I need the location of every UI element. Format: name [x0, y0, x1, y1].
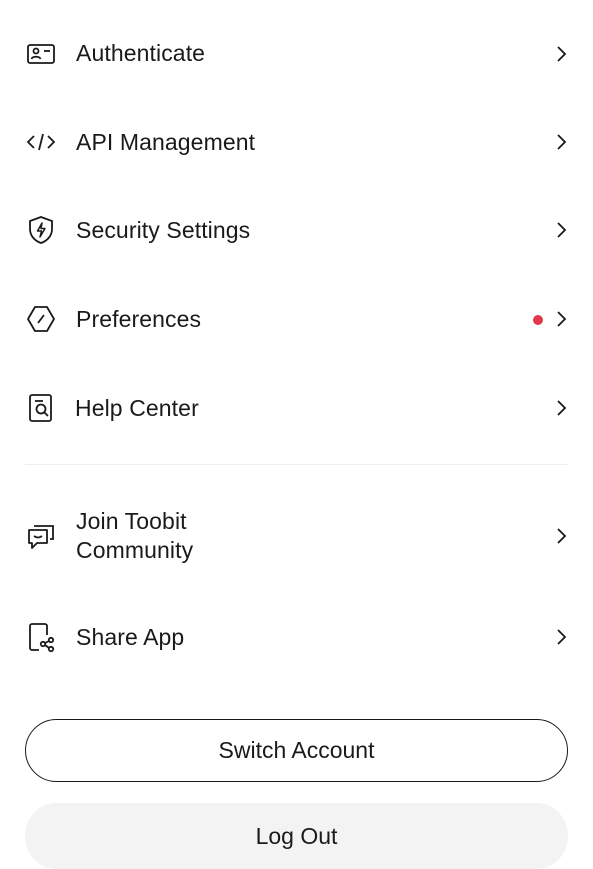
menu-label-join-community-line1: Join Toobit [76, 508, 187, 534]
chevron-right-icon [554, 44, 568, 64]
menu-item-security-settings[interactable]: Security Settings [0, 200, 593, 260]
chat-bubbles-icon [25, 521, 57, 553]
chevron-right-icon [554, 309, 568, 329]
menu-label-join-community-line2: Community [76, 537, 194, 563]
log-out-button[interactable]: Log Out [25, 803, 568, 869]
section-divider [25, 464, 568, 465]
menu-item-help-center[interactable]: Help Center [0, 378, 593, 438]
menu-label-share-app: Share App [76, 624, 185, 650]
code-icon [25, 126, 57, 158]
chevron-right-icon [554, 627, 568, 647]
notification-dot [533, 315, 543, 325]
preferences-icon [25, 303, 57, 335]
shield-icon [25, 214, 57, 246]
menu-label-authenticate: Authenticate [76, 40, 206, 66]
menu-label-security-settings: Security Settings [76, 217, 251, 243]
help-document-icon [25, 392, 57, 424]
menu-label-preferences: Preferences [76, 306, 202, 332]
id-card-icon [25, 38, 57, 70]
share-app-icon [25, 621, 57, 653]
menu-item-join-community[interactable]: Join Toobit Community [0, 500, 593, 574]
menu-item-share-app[interactable]: Share App [0, 607, 593, 667]
switch-account-button[interactable]: Switch Account [25, 719, 568, 782]
chevron-right-icon [554, 398, 568, 418]
menu-item-api-management[interactable]: API Management [0, 112, 593, 172]
menu-label-api-management: API Management [76, 129, 256, 155]
menu-label-help-center: Help Center [75, 395, 199, 421]
chevron-right-icon [554, 132, 568, 152]
menu-item-authenticate[interactable]: Authenticate [0, 24, 593, 84]
chevron-right-icon [554, 220, 568, 240]
menu-item-preferences[interactable]: Preferences [0, 289, 593, 349]
chevron-right-icon [554, 526, 568, 546]
